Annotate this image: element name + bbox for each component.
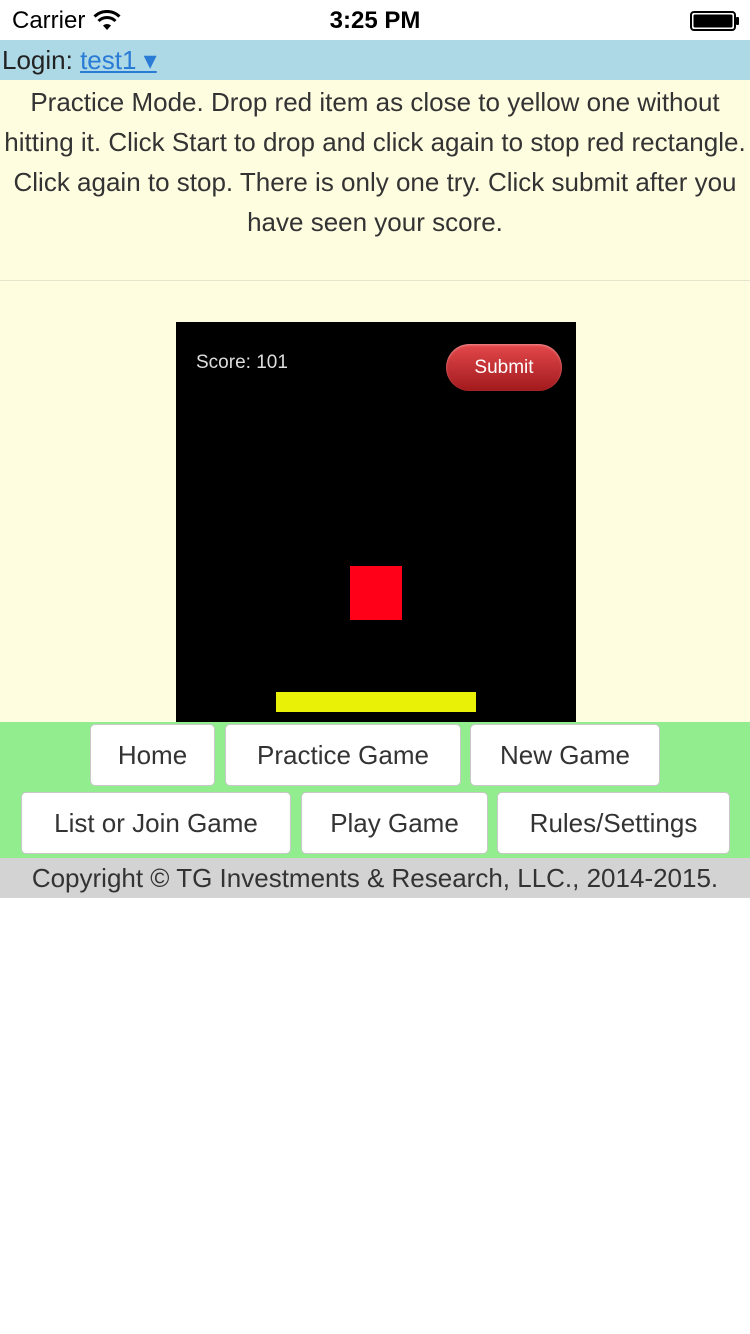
play-game-button[interactable]: Play Game [301,792,488,854]
rules-settings-button[interactable]: Rules/Settings [497,792,730,854]
red-item [350,566,402,620]
home-button[interactable]: Home [90,724,215,786]
login-bar: Login: test1 ▾ [0,40,750,80]
yellow-item [276,692,476,712]
list-or-join-game-button[interactable]: List or Join Game [21,792,291,854]
instructions-text: Practice Mode. Drop red item as close to… [4,87,746,237]
game-area: Score: 101 Submit [0,281,750,722]
status-bar: Carrier 3:25 PM [0,0,750,40]
status-time: 3:25 PM [329,7,421,34]
practice-game-button[interactable]: Practice Game [225,724,461,786]
submit-button[interactable]: Submit [446,344,562,391]
login-label: Login: [2,45,73,75]
score-label: Score: 101 [196,352,288,373]
battery-icon [690,11,739,31]
new-game-button[interactable]: New Game [470,724,660,786]
nav-area: Home Practice Game New Game List or Join… [0,722,750,858]
instructions-panel: Practice Mode. Drop red item as close to… [0,80,750,281]
footer-copyright: Copyright © TG Investments & Research, L… [0,858,750,898]
game-canvas[interactable]: Score: 101 Submit [176,322,576,722]
user-menu-link[interactable]: test1 ▾ [80,45,157,75]
